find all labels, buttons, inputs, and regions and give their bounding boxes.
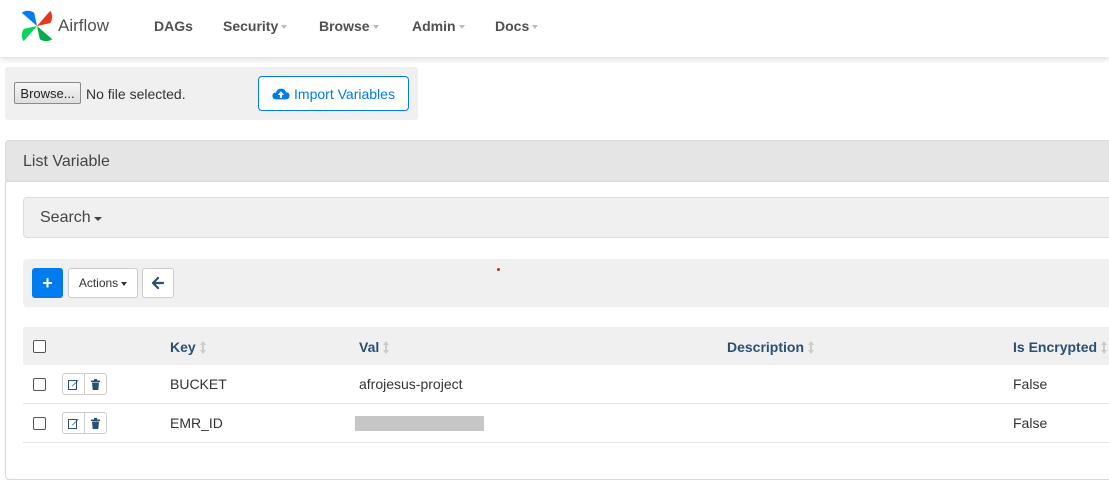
select-all-checkbox[interactable] — [33, 340, 46, 353]
cloud-upload-icon — [272, 88, 290, 99]
brand-name: Airflow — [58, 16, 110, 35]
nav-item-label: Security — [223, 18, 279, 34]
file-browse-button[interactable]: Browse... — [14, 82, 81, 104]
plus-icon: + — [42, 272, 53, 293]
caret-down-icon — [93, 217, 102, 221]
masked-value — [355, 416, 484, 431]
sort-icon — [199, 340, 206, 354]
column-header-is-encrypted[interactable]: Is Encrypted — [1013, 339, 1108, 355]
import-form: Browse... No file selected. Import Varia… — [5, 67, 418, 120]
edit-icon — [68, 418, 79, 429]
search-dropdown[interactable]: Search — [40, 209, 102, 227]
column-header-description[interactable]: Description — [727, 339, 815, 355]
brand[interactable]: Airflow — [18, 6, 109, 46]
add-variable-button[interactable]: + — [32, 268, 63, 298]
back-button[interactable] — [142, 268, 174, 298]
table-row: BUCKET afrojesus-project False — [23, 365, 1109, 404]
cell-val: afrojesus-project — [359, 376, 463, 392]
nav-item-label: DAGs — [154, 18, 193, 34]
nav-item-admin[interactable]: Admin — [412, 18, 465, 34]
nav-item-label: Browse — [319, 18, 370, 34]
top-navbar: Airflow DAGs Security Browse Admin Docs — [0, 0, 1109, 57]
sort-icon — [383, 340, 390, 354]
nav-item-label: Admin — [412, 18, 456, 34]
cell-is-encrypted: False — [1013, 376, 1048, 392]
panel-title: List Variable — [23, 153, 110, 170]
edit-button[interactable] — [63, 374, 84, 394]
nav-item-dags[interactable]: DAGs — [154, 18, 193, 34]
file-status: No file selected. — [86, 86, 186, 102]
actions-label: Actions — [78, 276, 119, 290]
caret-down-icon — [281, 25, 288, 29]
caret-down-icon — [458, 25, 465, 29]
cell-is-encrypted: False — [1013, 415, 1048, 431]
import-variables-label: Import Variables — [294, 85, 395, 102]
column-header-key[interactable]: Key — [170, 339, 206, 355]
cell-key: EMR_ID — [170, 415, 223, 431]
row-checkbox[interactable] — [33, 417, 46, 430]
panel-heading: List Variable — [6, 141, 1109, 182]
nav-item-docs[interactable]: Docs — [495, 18, 539, 34]
column-label: Key — [170, 339, 196, 355]
search-label: Search — [40, 209, 91, 226]
trash-icon — [91, 417, 100, 429]
table-row: EMR_ID False — [23, 404, 1109, 443]
actions-dropdown[interactable]: Actions — [68, 268, 138, 298]
status-dot — [497, 268, 500, 271]
caret-down-icon — [121, 282, 128, 286]
edit-button[interactable] — [63, 413, 84, 433]
row-checkbox[interactable] — [33, 378, 46, 391]
nav-item-label: Docs — [495, 18, 530, 34]
search-bar: Search — [23, 197, 1109, 238]
import-variables-button[interactable]: Import Variables — [258, 76, 409, 111]
column-label: Description — [727, 339, 805, 355]
edit-icon — [68, 379, 79, 390]
nav-item-browse[interactable]: Browse — [319, 18, 379, 34]
caret-down-icon — [372, 25, 379, 29]
sort-icon — [1101, 340, 1108, 354]
column-label: Val — [359, 339, 380, 355]
airflow-logo-icon — [21, 10, 53, 42]
table-header: Key Val Description Is Encrypted — [23, 327, 1109, 365]
column-label: Is Encrypted — [1013, 339, 1098, 355]
list-variable-panel: List Variable Search + Actions Key Val D… — [5, 140, 1109, 480]
row-actions — [62, 412, 107, 434]
trash-icon — [91, 378, 100, 390]
row-actions — [62, 373, 107, 395]
cell-key: BUCKET — [170, 376, 227, 392]
delete-button[interactable] — [84, 413, 106, 433]
column-header-val[interactable]: Val — [359, 339, 390, 355]
caret-down-icon — [532, 25, 539, 29]
list-toolbar: + Actions — [23, 259, 1109, 307]
arrow-left-icon — [152, 277, 164, 289]
nav-item-security[interactable]: Security — [223, 18, 288, 34]
delete-button[interactable] — [84, 374, 106, 394]
sort-icon — [808, 340, 815, 354]
